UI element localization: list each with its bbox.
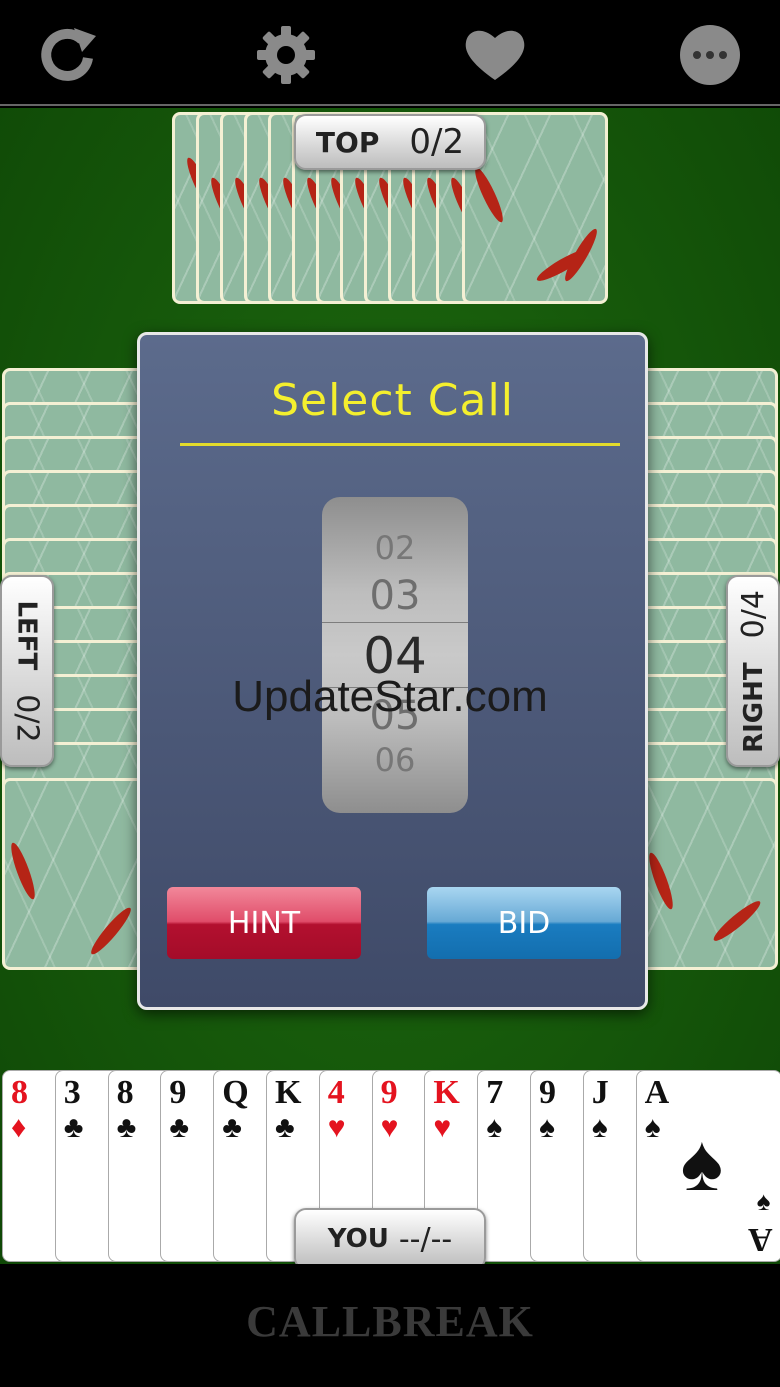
picker-divider: [322, 622, 468, 623]
top-toolbar: [0, 0, 780, 106]
card-suit-icon: ♠: [756, 1186, 771, 1216]
card-suit-icon: ♠: [591, 1111, 608, 1144]
dialog-title: Select Call: [271, 375, 514, 426]
watermark: UpdateStar.com: [232, 672, 548, 721]
card-suit-icon: ♥: [327, 1111, 346, 1144]
card-rank: 4: [327, 1074, 345, 1111]
card-suit-icon: ♣: [275, 1111, 295, 1144]
card-rank: 9: [380, 1074, 398, 1111]
more-icon[interactable]: [677, 22, 743, 88]
select-call-dialog: Select Call 02 03 04 05 06 HINT BID: [137, 332, 648, 1010]
card-rank: 7: [486, 1074, 504, 1111]
card-back: [2, 778, 148, 970]
gear-icon[interactable]: [253, 22, 319, 88]
card-rank: K: [433, 1074, 460, 1111]
title-divider: [180, 443, 620, 446]
hand-card[interactable]: A ♠ ♠ ♠ A: [635, 1070, 780, 1262]
picker-option[interactable]: 02: [322, 529, 468, 567]
card-suit-icon: ♥: [380, 1111, 399, 1144]
top-player-score: 0/2: [409, 122, 465, 162]
card-center-suit-icon: ♠: [680, 1118, 724, 1207]
card-suit-icon: ♣: [63, 1111, 84, 1144]
card-suit-icon: ♠: [644, 1111, 661, 1144]
card-rank: 3: [63, 1074, 81, 1111]
card-rank: A: [644, 1074, 670, 1111]
you-name: YOU: [327, 1224, 389, 1254]
card-rank: K: [275, 1074, 302, 1111]
card-rank: 8: [11, 1074, 28, 1111]
hint-button[interactable]: HINT: [167, 887, 361, 959]
right-player-label: RIGHT 0/4: [726, 575, 780, 767]
card-back: [632, 778, 778, 970]
card-rank: 8: [116, 1074, 134, 1111]
picker-option[interactable]: 06: [322, 741, 468, 779]
card-suit-icon: ♦: [11, 1111, 27, 1144]
card-suit-icon: ♣: [116, 1111, 137, 1144]
card-suit-icon: ♠: [486, 1111, 503, 1144]
bid-button[interactable]: BID: [427, 887, 621, 959]
left-player-label: LEFT 0/2: [0, 575, 54, 767]
brand-logo: CALLBREAK: [246, 1297, 534, 1346]
heart-icon[interactable]: [460, 22, 530, 88]
card-rank: 9: [539, 1074, 556, 1111]
top-player-label: TOP 0/2: [294, 114, 486, 170]
card-rank: Q: [222, 1074, 249, 1111]
card-suit-icon: ♣: [222, 1111, 242, 1144]
top-player-name: TOP: [315, 125, 380, 159]
right-player-score: 0/4: [735, 589, 771, 638]
refresh-icon[interactable]: [34, 22, 100, 88]
card-suit-icon: ♥: [433, 1111, 452, 1144]
card-suit-icon: ♠: [539, 1111, 555, 1144]
picker-option[interactable]: 03: [322, 573, 468, 619]
you-score: --/--: [398, 1221, 453, 1257]
card-rank: 9: [169, 1074, 187, 1111]
card-rank: J: [591, 1074, 609, 1111]
card-rank: A: [748, 1221, 773, 1258]
you-label: YOU --/--: [294, 1208, 486, 1270]
left-player-name: LEFT: [12, 599, 43, 670]
card-suit-icon: ♣: [169, 1111, 190, 1144]
bid-number-picker[interactable]: 02 03 04 05 06: [322, 497, 468, 813]
